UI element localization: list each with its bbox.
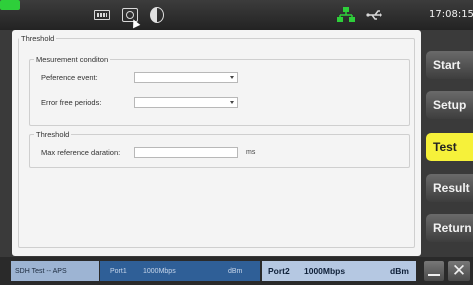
group-title: Threshold [19, 34, 57, 43]
max-reference-label: Max reference daration: [41, 148, 121, 157]
port2-rate: 1000Mbps [304, 266, 346, 276]
measurement-title: Mesurement conditon [34, 55, 111, 64]
bottom-status-bar: SDH Test -- APS Port1 1000Mbps dBm Port2… [0, 257, 473, 285]
port1-unit: dBm [228, 267, 243, 275]
test-button[interactable]: Test [426, 133, 473, 161]
port2-status: Port2 1000Mbps dBm [262, 261, 416, 281]
battery-icon [0, 0, 20, 10]
unit-label: ms [246, 149, 256, 156]
threshold-title: Threshold [34, 130, 72, 139]
return-button[interactable]: Return [426, 214, 473, 242]
contrast-icon[interactable] [150, 7, 164, 23]
result-button[interactable]: Result [426, 174, 473, 202]
max-reference-input[interactable] [134, 147, 238, 158]
threshold-subgroup: Threshold Max reference daration: ms [29, 130, 410, 168]
keyboard-icon[interactable] [94, 7, 110, 23]
minimize-button[interactable] [424, 261, 444, 281]
reference-event-label: Peference event: [41, 73, 98, 82]
chevron-down-icon [230, 101, 234, 104]
port2-name: Port2 [268, 266, 290, 276]
start-button[interactable]: Start [426, 51, 473, 79]
status-bar: 17:08:15 [0, 0, 473, 30]
network-icon [337, 7, 355, 23]
usb-icon [366, 7, 382, 23]
error-free-label: Error free periods: [41, 98, 102, 107]
port1-status: Port1 1000Mbps dBm [100, 261, 260, 281]
clock: 17:08:15 [429, 9, 473, 20]
port1-rate: 1000Mbps [143, 267, 176, 275]
main-panel: Threshold Mesurement conditon Peference … [12, 30, 421, 256]
setup-button[interactable]: Setup [426, 91, 473, 119]
close-button[interactable]: ✕ [448, 261, 470, 281]
threshold-group: Threshold Mesurement conditon Peference … [18, 34, 415, 248]
port2-unit: dBm [390, 266, 409, 276]
test-mode-badge: SDH Test -- APS [11, 261, 99, 281]
measurement-condition-group: Mesurement conditon Peference event: Err… [29, 55, 410, 126]
error-free-select[interactable] [134, 97, 238, 108]
reference-event-select[interactable] [134, 72, 238, 83]
chevron-down-icon [230, 76, 234, 79]
port1-name: Port1 [110, 267, 127, 275]
screenshot-icon[interactable] [122, 7, 141, 29]
